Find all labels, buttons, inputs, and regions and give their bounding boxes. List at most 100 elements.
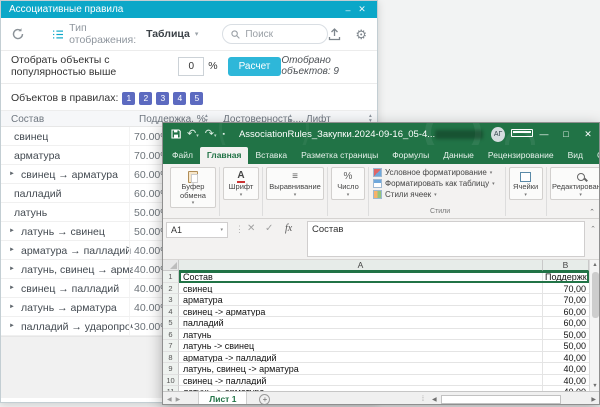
cell-b2[interactable]: 70,00: [543, 283, 589, 295]
expand-arrow-icon[interactable]: ►: [9, 285, 15, 291]
cell-a1[interactable]: Состав: [179, 271, 543, 283]
expand-formula-bar-icon[interactable]: ⌃: [590, 225, 596, 233]
add-sheet-icon[interactable]: +: [259, 394, 270, 405]
grid-row[interactable]: 1СоставПоддержка: [163, 271, 589, 283]
row-header[interactable]: 8: [163, 352, 179, 364]
name-box[interactable]: A1 ▾: [166, 222, 228, 238]
redo-icon[interactable]: ↷▾: [205, 129, 217, 140]
formula-input[interactable]: Состав: [307, 221, 585, 257]
collapse-ribbon-icon[interactable]: ⌃: [589, 208, 595, 216]
tab-review[interactable]: Рецензирование: [481, 147, 561, 164]
tab-formulas[interactable]: Формулы: [385, 147, 436, 164]
expand-arrow-icon[interactable]: ►: [9, 266, 15, 272]
format-as-table-button[interactable]: Форматировать как таблицу ▾: [373, 179, 495, 188]
alignment-button[interactable]: ≡ Выравнивание ▾: [266, 167, 324, 200]
confirm-entry-icon[interactable]: ✓: [265, 223, 273, 234]
undo-icon[interactable]: ↶▾: [187, 129, 199, 140]
cell-a7[interactable]: латунь -> свинец: [179, 340, 543, 352]
display-type-dropdown[interactable]: Тип отображения: Таблица ▾: [53, 22, 198, 46]
calculate-button[interactable]: Расчет: [228, 57, 282, 76]
grid-row[interactable]: 5палладий60,00: [163, 317, 589, 329]
settings-gear-icon[interactable]: ⚙: [355, 28, 367, 41]
number-button[interactable]: % Число ▾: [331, 167, 365, 200]
expand-arrow-icon[interactable]: ►: [9, 228, 15, 234]
cell-a2[interactable]: свинец: [179, 283, 543, 295]
row-header[interactable]: 9: [163, 363, 179, 375]
cell-a9[interactable]: латунь, свинец -> арматура: [179, 363, 543, 375]
cell-styles-button[interactable]: Стили ячеек ▾: [373, 190, 437, 199]
rule-size-chip-1[interactable]: 1: [122, 92, 135, 105]
row-header[interactable]: 4: [163, 306, 179, 318]
grid-row[interactable]: 9латунь, свинец -> арматура40,00: [163, 363, 589, 375]
rule-size-chip-3[interactable]: 3: [156, 92, 169, 105]
cell-b4[interactable]: 60,00: [543, 306, 589, 318]
search-input[interactable]: [245, 29, 319, 40]
cell-b8[interactable]: 40,00: [543, 352, 589, 364]
rule-size-chip-4[interactable]: 4: [173, 92, 186, 105]
grid-row[interactable]: 2свинец70,00: [163, 283, 589, 295]
column-header-b[interactable]: B: [543, 260, 589, 271]
customize-qat-icon[interactable]: ▪: [222, 131, 224, 138]
ribbon-display-options-icon[interactable]: [511, 129, 533, 139]
maximize-icon[interactable]: □: [555, 129, 577, 139]
horizontal-scrollbar[interactable]: [441, 395, 561, 404]
tab-page-layout[interactable]: Разметка страницы: [294, 147, 385, 164]
grid-row[interactable]: 7латунь -> свинец50,00: [163, 340, 589, 352]
clipboard-button[interactable]: Буфер обмена ▾: [170, 167, 216, 208]
cell-a10[interactable]: свинец -> палладий: [179, 375, 543, 387]
cell-a8[interactable]: арматура -> палладий: [179, 352, 543, 364]
tab-home[interactable]: Главная: [200, 147, 249, 164]
export-icon[interactable]: [328, 28, 341, 41]
expand-arrow-icon[interactable]: ►: [9, 323, 15, 329]
cell-a6[interactable]: латунь: [179, 329, 543, 341]
tab-insert[interactable]: Вставка: [248, 147, 294, 164]
tab-data[interactable]: Данные: [436, 147, 481, 164]
cell-b6[interactable]: 50,00: [543, 329, 589, 341]
cell-b9[interactable]: 40,00: [543, 363, 589, 375]
editing-button[interactable]: Редактирование ▾: [550, 167, 600, 200]
grid-row[interactable]: 6латунь50,00: [163, 329, 589, 341]
avatar[interactable]: АГ: [491, 127, 505, 142]
font-button[interactable]: А Шрифт ▾: [223, 167, 259, 200]
sheet-prev-icon[interactable]: ◀: [163, 396, 176, 403]
search-box[interactable]: [222, 24, 328, 44]
column-header-a[interactable]: A: [179, 260, 543, 271]
cancel-entry-icon[interactable]: ✕: [247, 223, 255, 234]
grid-row[interactable]: 4свинец -> арматура60,00: [163, 306, 589, 318]
cell-b5[interactable]: 60,00: [543, 317, 589, 329]
row-header[interactable]: 2: [163, 283, 179, 295]
save-icon[interactable]: [171, 129, 181, 139]
expand-arrow-icon[interactable]: ►: [9, 304, 15, 310]
close-icon[interactable]: ✕: [577, 129, 599, 140]
vertical-scrollbar[interactable]: ▲ ▼: [589, 260, 599, 391]
cell-b7[interactable]: 50,00: [543, 340, 589, 352]
scroll-down-icon[interactable]: ▼: [590, 381, 600, 391]
expand-arrow-icon[interactable]: ►: [9, 247, 15, 253]
hscroll-right-icon[interactable]: ▶: [591, 396, 596, 403]
scroll-up-icon[interactable]: ▲: [590, 260, 600, 270]
rule-size-chip-5[interactable]: 5: [190, 92, 203, 105]
grid-row[interactable]: 8арматура -> палладий40,00: [163, 352, 589, 364]
row-header[interactable]: 1: [163, 271, 179, 283]
cell-b3[interactable]: 70,00: [543, 294, 589, 306]
sheet-tab[interactable]: Лист 1: [198, 392, 247, 406]
minimize-icon[interactable]: —: [533, 129, 555, 139]
grid-row[interactable]: 3арматура70,00: [163, 294, 589, 306]
tab-view[interactable]: Вид: [561, 147, 590, 164]
grid-row[interactable]: 10свинец -> палладий40,00: [163, 375, 589, 387]
refresh-icon[interactable]: [11, 27, 25, 41]
tab-help[interactable]: Справка: [590, 147, 600, 164]
cell-a5[interactable]: палладий: [179, 317, 543, 329]
close-icon[interactable]: ✕: [355, 4, 369, 15]
tab-file[interactable]: Файл: [165, 147, 200, 164]
row-header[interactable]: 5: [163, 317, 179, 329]
cell-b1[interactable]: Поддержка: [543, 271, 589, 283]
row-header[interactable]: 7: [163, 340, 179, 352]
sheet-next-icon[interactable]: ▶: [176, 396, 185, 403]
row-header[interactable]: 6: [163, 329, 179, 341]
popularity-threshold-input[interactable]: [178, 57, 204, 76]
hscroll-left-icon[interactable]: ◀: [432, 396, 437, 403]
cell-b10[interactable]: 40,00: [543, 375, 589, 387]
rule-size-chip-2[interactable]: 2: [139, 92, 152, 105]
scrollbar-thumb[interactable]: [592, 272, 599, 318]
